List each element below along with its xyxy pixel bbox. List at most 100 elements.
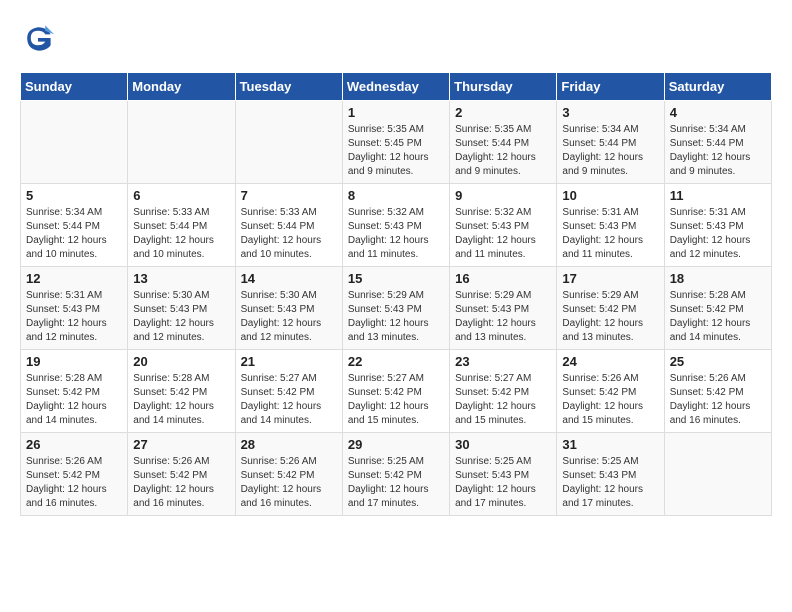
day-info: Sunrise: 5:33 AM Sunset: 5:44 PM Dayligh… [133, 206, 229, 262]
day-info: Sunrise: 5:25 AM Sunset: 5:42 PM Dayligh… [348, 455, 444, 511]
calendar-cell [128, 101, 235, 184]
weekday-header: Friday [557, 73, 664, 101]
day-number: 16 [455, 271, 551, 286]
calendar-cell: 27 Sunrise: 5:26 AM Sunset: 5:42 PM Dayli… [128, 433, 235, 516]
day-number: 30 [455, 437, 551, 452]
page-header [20, 20, 772, 56]
calendar-cell [664, 433, 771, 516]
calendar-cell: 7 Sunrise: 5:33 AM Sunset: 5:44 PM Daylig… [235, 184, 342, 267]
day-number: 3 [562, 105, 658, 120]
calendar-cell: 26 Sunrise: 5:26 AM Sunset: 5:42 PM Dayli… [21, 433, 128, 516]
day-info: Sunrise: 5:26 AM Sunset: 5:42 PM Dayligh… [670, 372, 766, 428]
calendar-cell: 28 Sunrise: 5:26 AM Sunset: 5:42 PM Dayli… [235, 433, 342, 516]
calendar-cell: 17 Sunrise: 5:29 AM Sunset: 5:42 PM Dayli… [557, 267, 664, 350]
day-number: 7 [241, 188, 337, 203]
day-number: 18 [670, 271, 766, 286]
day-number: 25 [670, 354, 766, 369]
weekday-header: Saturday [664, 73, 771, 101]
calendar-cell: 29Sunrise: 5:25 AM Sunset: 5:42 PM Dayli… [342, 433, 449, 516]
day-number: 11 [670, 188, 766, 203]
day-number: 19 [26, 354, 122, 369]
calendar-table: SundayMondayTuesdayWednesdayThursdayFrid… [20, 72, 772, 516]
day-info: Sunrise: 5:35 AM Sunset: 5:45 PM Dayligh… [348, 123, 444, 179]
day-number: 24 [562, 354, 658, 369]
day-number: 6 [133, 188, 229, 203]
weekday-header: Thursday [450, 73, 557, 101]
day-number: 31 [562, 437, 658, 452]
day-info: Sunrise: 5:27 AM Sunset: 5:42 PM Dayligh… [348, 372, 444, 428]
calendar-week-row: 1 Sunrise: 5:35 AM Sunset: 5:45 PM Daylig… [21, 101, 772, 184]
calendar-cell: 5 Sunrise: 5:34 AM Sunset: 5:44 PM Daylig… [21, 184, 128, 267]
day-info: Sunrise: 5:29 AM Sunset: 5:43 PM Dayligh… [348, 289, 444, 345]
day-number: 4 [670, 105, 766, 120]
day-info: Sunrise: 5:28 AM Sunset: 5:42 PM Dayligh… [670, 289, 766, 345]
header-row: SundayMondayTuesdayWednesdayThursdayFrid… [21, 73, 772, 101]
day-info: Sunrise: 5:26 AM Sunset: 5:42 PM Dayligh… [562, 372, 658, 428]
calendar-cell: 12Sunrise: 5:31 AM Sunset: 5:43 PM Dayli… [21, 267, 128, 350]
day-info: Sunrise: 5:26 AM Sunset: 5:42 PM Dayligh… [26, 455, 122, 511]
calendar-cell: 13 Sunrise: 5:30 AM Sunset: 5:43 PM Dayli… [128, 267, 235, 350]
weekday-header: Sunday [21, 73, 128, 101]
day-number: 22 [348, 354, 444, 369]
day-number: 15 [348, 271, 444, 286]
calendar-cell: 14 Sunrise: 5:30 AM Sunset: 5:43 PM Dayli… [235, 267, 342, 350]
calendar-cell [21, 101, 128, 184]
day-info: Sunrise: 5:35 AM Sunset: 5:44 PM Dayligh… [455, 123, 551, 179]
day-number: 20 [133, 354, 229, 369]
day-info: Sunrise: 5:32 AM Sunset: 5:43 PM Dayligh… [348, 206, 444, 262]
weekday-header: Monday [128, 73, 235, 101]
day-info: Sunrise: 5:29 AM Sunset: 5:42 PM Dayligh… [562, 289, 658, 345]
day-number: 9 [455, 188, 551, 203]
day-info: Sunrise: 5:34 AM Sunset: 5:44 PM Dayligh… [562, 123, 658, 179]
day-number: 5 [26, 188, 122, 203]
calendar-cell: 31Sunrise: 5:25 AM Sunset: 5:43 PM Dayli… [557, 433, 664, 516]
calendar-cell: 30 Sunrise: 5:25 AM Sunset: 5:43 PM Dayli… [450, 433, 557, 516]
day-info: Sunrise: 5:34 AM Sunset: 5:44 PM Dayligh… [26, 206, 122, 262]
day-info: Sunrise: 5:26 AM Sunset: 5:42 PM Dayligh… [241, 455, 337, 511]
calendar-cell: 22 Sunrise: 5:27 AM Sunset: 5:42 PM Dayli… [342, 350, 449, 433]
day-info: Sunrise: 5:32 AM Sunset: 5:43 PM Dayligh… [455, 206, 551, 262]
day-info: Sunrise: 5:31 AM Sunset: 5:43 PM Dayligh… [562, 206, 658, 262]
day-number: 8 [348, 188, 444, 203]
day-info: Sunrise: 5:31 AM Sunset: 5:43 PM Dayligh… [670, 206, 766, 262]
calendar-cell: 18 Sunrise: 5:28 AM Sunset: 5:42 PM Dayli… [664, 267, 771, 350]
day-number: 23 [455, 354, 551, 369]
day-info: Sunrise: 5:29 AM Sunset: 5:43 PM Dayligh… [455, 289, 551, 345]
day-info: Sunrise: 5:25 AM Sunset: 5:43 PM Dayligh… [455, 455, 551, 511]
day-info: Sunrise: 5:26 AM Sunset: 5:42 PM Dayligh… [133, 455, 229, 511]
weekday-header: Wednesday [342, 73, 449, 101]
day-number: 12 [26, 271, 122, 286]
day-number: 13 [133, 271, 229, 286]
calendar-cell: 21Sunrise: 5:27 AM Sunset: 5:42 PM Dayli… [235, 350, 342, 433]
day-info: Sunrise: 5:30 AM Sunset: 5:43 PM Dayligh… [241, 289, 337, 345]
day-number: 28 [241, 437, 337, 452]
day-number: 26 [26, 437, 122, 452]
calendar-cell: 15 Sunrise: 5:29 AM Sunset: 5:43 PM Dayli… [342, 267, 449, 350]
logo [20, 20, 60, 56]
calendar-cell: 23Sunrise: 5:27 AM Sunset: 5:42 PM Dayli… [450, 350, 557, 433]
calendar-cell: 3 Sunrise: 5:34 AM Sunset: 5:44 PM Daylig… [557, 101, 664, 184]
calendar-cell: 16 Sunrise: 5:29 AM Sunset: 5:43 PM Dayli… [450, 267, 557, 350]
calendar-cell: 25 Sunrise: 5:26 AM Sunset: 5:42 PM Dayli… [664, 350, 771, 433]
day-info: Sunrise: 5:33 AM Sunset: 5:44 PM Dayligh… [241, 206, 337, 262]
day-number: 14 [241, 271, 337, 286]
calendar-cell: 4Sunrise: 5:34 AM Sunset: 5:44 PM Daylig… [664, 101, 771, 184]
day-info: Sunrise: 5:30 AM Sunset: 5:43 PM Dayligh… [133, 289, 229, 345]
calendar-cell: 19Sunrise: 5:28 AM Sunset: 5:42 PM Dayli… [21, 350, 128, 433]
calendar-header: SundayMondayTuesdayWednesdayThursdayFrid… [21, 73, 772, 101]
calendar-cell: 10Sunrise: 5:31 AM Sunset: 5:43 PM Dayli… [557, 184, 664, 267]
logo-icon [20, 20, 56, 56]
day-number: 27 [133, 437, 229, 452]
calendar-cell [235, 101, 342, 184]
day-number: 1 [348, 105, 444, 120]
calendar-cell: 20 Sunrise: 5:28 AM Sunset: 5:42 PM Dayli… [128, 350, 235, 433]
calendar-cell: 6 Sunrise: 5:33 AM Sunset: 5:44 PM Daylig… [128, 184, 235, 267]
weekday-header: Tuesday [235, 73, 342, 101]
day-number: 21 [241, 354, 337, 369]
calendar-cell: 8 Sunrise: 5:32 AM Sunset: 5:43 PM Daylig… [342, 184, 449, 267]
day-number: 17 [562, 271, 658, 286]
day-info: Sunrise: 5:28 AM Sunset: 5:42 PM Dayligh… [133, 372, 229, 428]
day-number: 2 [455, 105, 551, 120]
calendar-body: 1 Sunrise: 5:35 AM Sunset: 5:45 PM Daylig… [21, 101, 772, 516]
calendar-cell: 1 Sunrise: 5:35 AM Sunset: 5:45 PM Daylig… [342, 101, 449, 184]
